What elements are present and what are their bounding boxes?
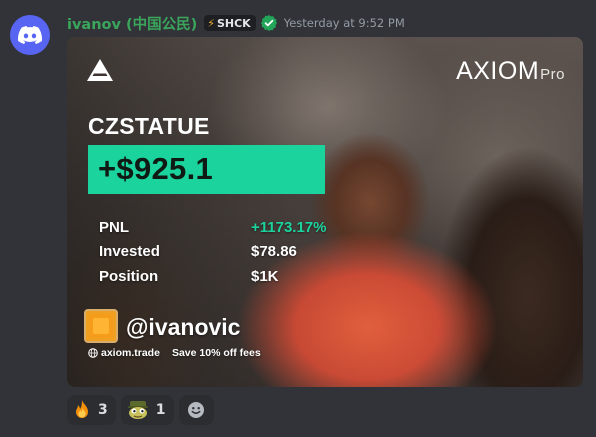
- discord-logo-icon: [18, 26, 42, 44]
- handle-avatar: [84, 309, 118, 343]
- stat-value-pnl: +1173.17%: [251, 219, 327, 236]
- stat-value-invested: $78.86: [251, 243, 297, 260]
- stat-label-pnl: PNL: [99, 219, 129, 236]
- reaction-frog[interactable]: 1: [120, 395, 174, 425]
- message-timestamp[interactable]: Yesterday at 9:52 PM: [284, 16, 405, 30]
- pnl-highlight-box: +$925.1: [88, 145, 325, 194]
- stat-label-invested: Invested: [99, 243, 160, 260]
- message-header: ivanov (中国公民) ⚡ SHCK Yesterday at 9:52 P…: [67, 12, 405, 34]
- server-tag[interactable]: ⚡ SHCK: [204, 15, 256, 31]
- lightning-icon: ⚡: [207, 16, 215, 30]
- stat-label-position: Position: [99, 268, 159, 285]
- stat-value-position: $1K: [251, 268, 279, 285]
- brand-suffix: Pro: [540, 66, 565, 83]
- token-ticker: CZSTATUE: [88, 113, 210, 139]
- user-handle: @ivanovic: [126, 314, 241, 340]
- add-reaction-button[interactable]: [178, 395, 214, 425]
- smiley-add-icon: [188, 402, 204, 418]
- card-footer: axiom.trade Save 10% off fees: [88, 347, 261, 359]
- user-avatar[interactable]: [10, 15, 50, 55]
- frog-icon: [127, 401, 148, 419]
- reaction-fire[interactable]: 3: [67, 395, 116, 425]
- reactions-bar: 3 1: [67, 395, 214, 425]
- site-url: axiom.trade: [101, 347, 160, 359]
- server-tag-label: SHCK: [216, 16, 251, 30]
- axiom-brand: AXIOMPro: [456, 57, 565, 86]
- username[interactable]: ivanov (中国公民): [67, 13, 197, 34]
- verified-check-icon: [260, 15, 277, 31]
- reaction-frog-count: 1: [155, 402, 166, 418]
- axiom-logo-icon: [87, 59, 113, 81]
- brand-name: AXIOM: [456, 57, 540, 85]
- promo-text: Save 10% off fees: [171, 347, 261, 359]
- globe-icon: [88, 348, 98, 358]
- pnl-value: +$925.1: [98, 151, 214, 186]
- pnl-card-image[interactable]: AXIOMPro CZSTATUE +$925.1 PNL +1173.17% …: [67, 37, 583, 387]
- fire-icon: [76, 400, 88, 418]
- reaction-fire-count: 3: [98, 402, 108, 418]
